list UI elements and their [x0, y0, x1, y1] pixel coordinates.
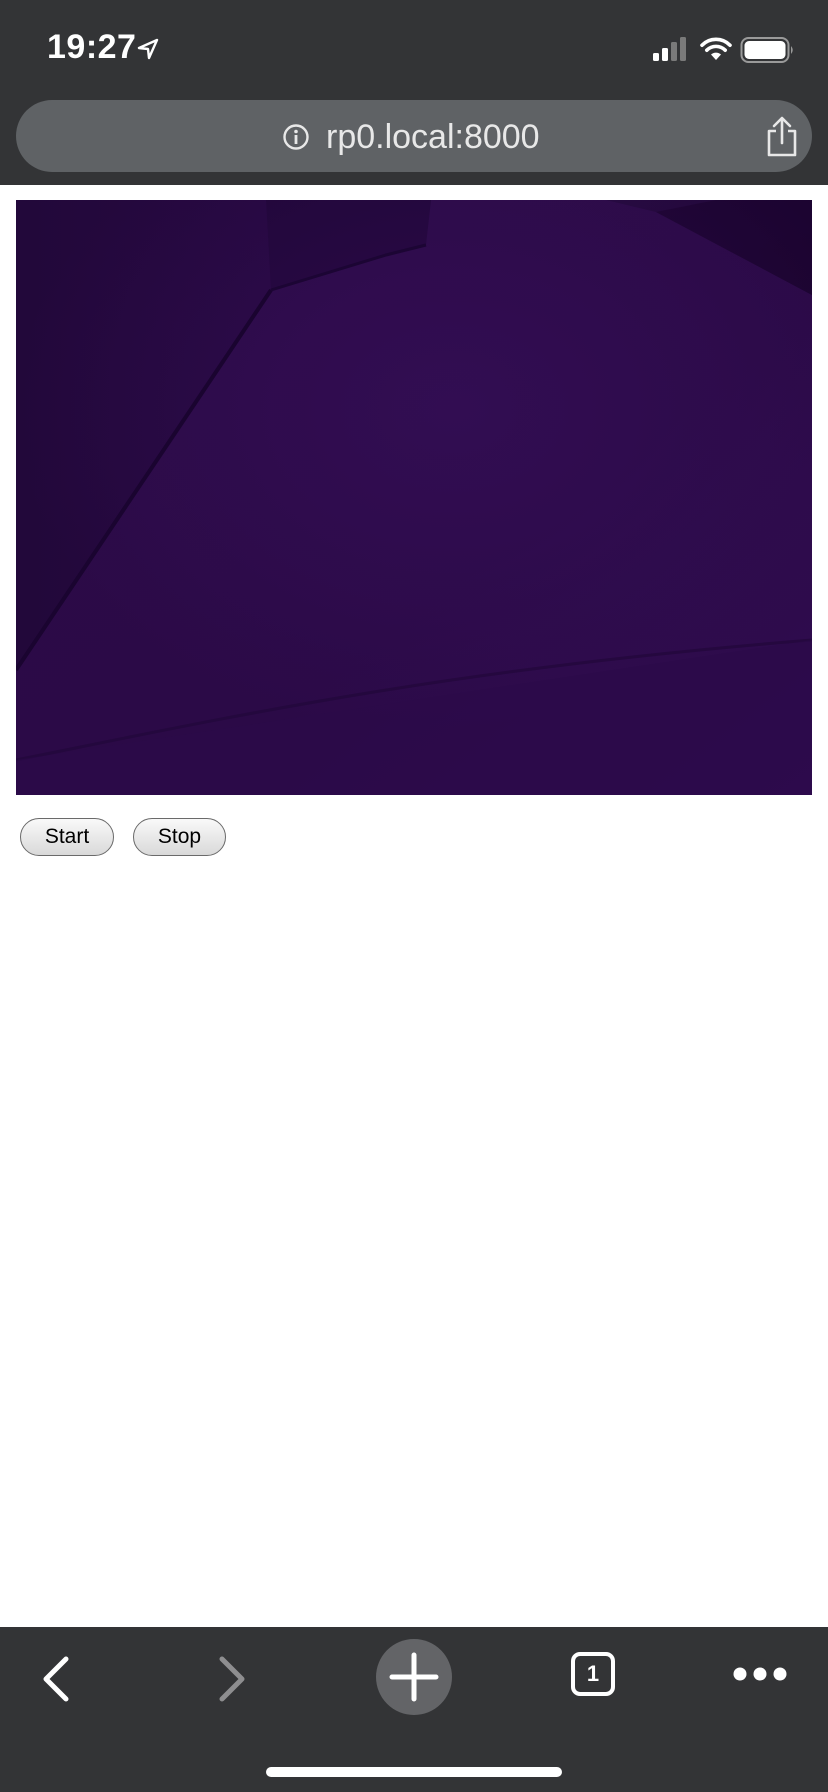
stop-button[interactable]: Stop — [133, 818, 226, 856]
info-icon[interactable] — [282, 123, 310, 151]
browser-toolbar: 1 — [0, 1627, 828, 1792]
address-bar[interactable]: rp0.local:8000 — [16, 100, 812, 172]
home-indicator[interactable] — [266, 1767, 562, 1777]
camera-stream-image — [16, 200, 812, 795]
tab-switcher-icon[interactable]: 1 — [571, 1652, 615, 1696]
share-icon[interactable] — [764, 116, 800, 158]
cellular-signal-icon — [653, 37, 686, 61]
forward-icon[interactable] — [212, 1651, 252, 1707]
location-arrow-icon — [137, 38, 159, 60]
wifi-icon — [700, 37, 732, 60]
status-bar: 19:27 — [0, 0, 828, 94]
start-button[interactable]: Start — [20, 818, 114, 856]
url-text[interactable]: rp0.local:8000 — [326, 118, 540, 157]
battery-icon — [740, 37, 793, 63]
back-icon[interactable] — [36, 1651, 76, 1707]
status-time: 19:27 — [47, 28, 137, 66]
new-tab-icon[interactable] — [376, 1639, 452, 1715]
more-icon[interactable] — [732, 1663, 788, 1685]
camera-stream-picture — [16, 200, 812, 795]
address-bar-area: rp0.local:8000 — [0, 94, 828, 185]
